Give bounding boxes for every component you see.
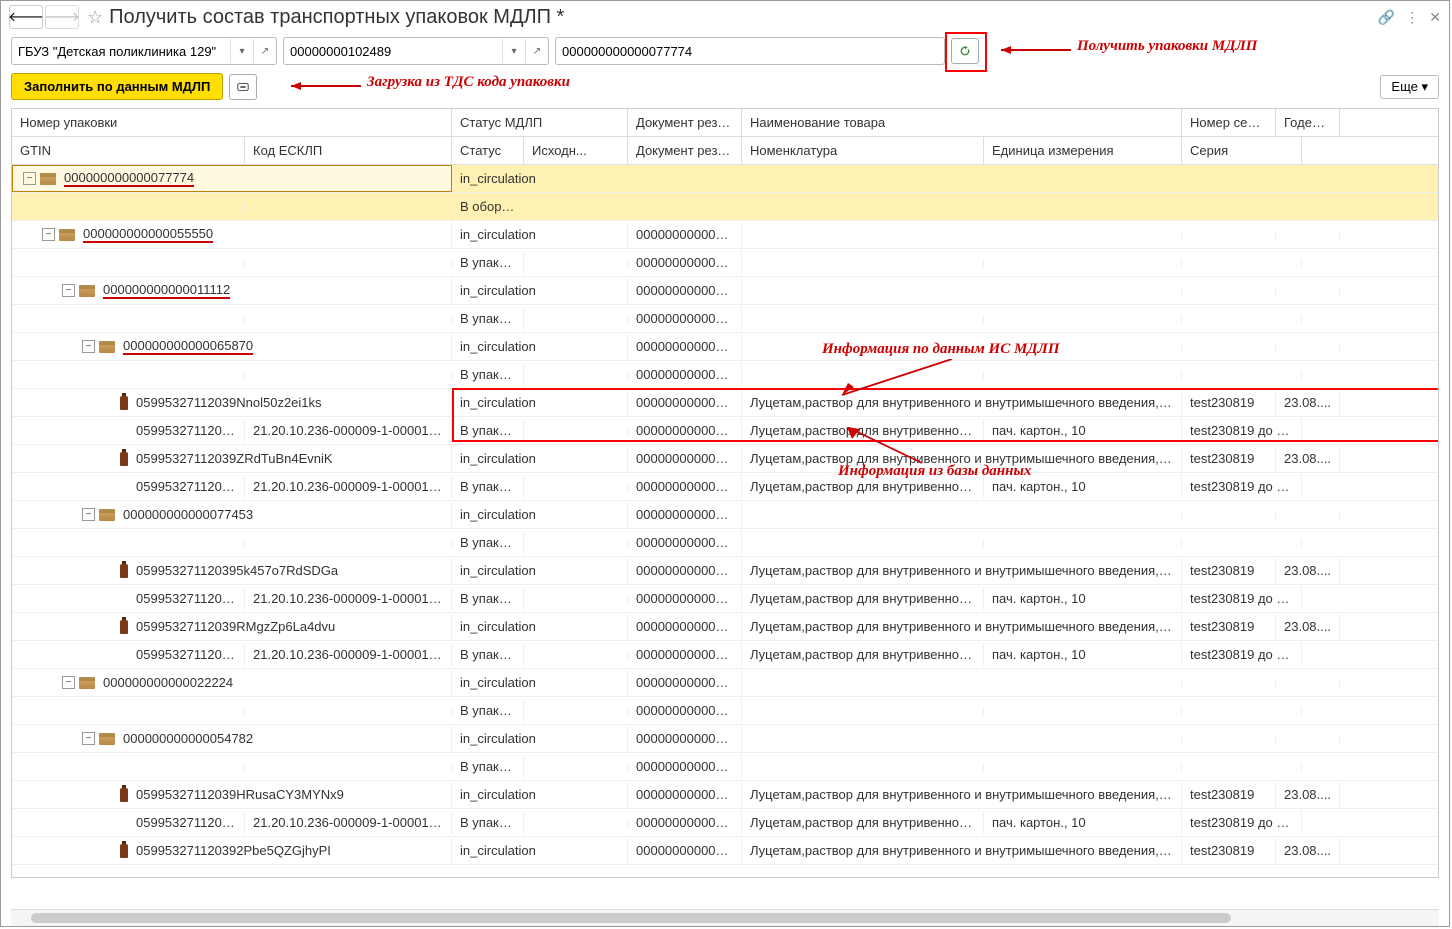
table-row[interactable]: 05995327112039HRusaCY3MYNx9in_circulatio…	[12, 781, 1438, 809]
table-row[interactable]: 059953271120395k457o7RdSDGain_circulatio…	[12, 557, 1438, 585]
col-doc-reserve[interactable]: Документ резерва ...	[628, 109, 742, 136]
table-row[interactable]: −000000000000022224in_circulation0000000…	[12, 669, 1438, 697]
table-row[interactable]: 0599532711203921.20.10.236-000009-1-0000…	[12, 473, 1438, 501]
col-gtin[interactable]: GTIN	[12, 137, 245, 164]
nav-forward-button[interactable]: 🡒	[45, 5, 79, 29]
table-row[interactable]: В упако...000000000000077774	[12, 249, 1438, 277]
bottle-icon	[120, 844, 128, 858]
col-package-number[interactable]: Номер упаковки	[12, 109, 452, 136]
col-nomenclature[interactable]: Номенклатура	[742, 137, 984, 164]
table-row[interactable]: В обороте	[12, 193, 1438, 221]
db-info-annotation: Информация из базы данных	[838, 463, 1031, 480]
box-icon	[79, 677, 95, 689]
box-icon	[40, 173, 56, 185]
table-row[interactable]: 0599532711203921.20.10.236-000009-1-0000…	[12, 585, 1438, 613]
bottle-icon	[120, 620, 128, 634]
table-row[interactable]: В упако...000000000000077774	[12, 361, 1438, 389]
table-row[interactable]: 05995327112039RMgzZp6La4dvuin_circulatio…	[12, 613, 1438, 641]
box-icon	[99, 733, 115, 745]
page-title: Получить состав транспортных упаковок МД…	[109, 6, 564, 29]
table-row[interactable]: −000000000000011112in_circulation0000000…	[12, 277, 1438, 305]
docnum-combo[interactable]: ▾ ↗	[283, 37, 549, 65]
table-row[interactable]: 059953271120392Pbe5QZGjhyPIin_circulatio…	[12, 837, 1438, 865]
box-icon	[79, 285, 95, 297]
table-row[interactable]: В упако...000000000000077774	[12, 753, 1438, 781]
mdlp-info-annotation: Информация по данным ИС МДЛП	[822, 341, 1060, 358]
table-row[interactable]: В упако...000000000000077774	[12, 697, 1438, 725]
horizontal-scrollbar[interactable]	[11, 909, 1439, 926]
dropdown-icon[interactable]: ▾	[502, 39, 525, 63]
table-row[interactable]: В упако...000000000000077774	[12, 305, 1438, 333]
header-row-2: GTIN Код ЕСКЛП Статус Исходн... Документ…	[12, 137, 1438, 165]
expand-icon[interactable]: −	[62, 676, 75, 689]
table-row[interactable]: 0599532711203921.20.10.236-000009-1-0000…	[12, 417, 1438, 445]
col-unit[interactable]: Единица измерения	[984, 137, 1182, 164]
col-status[interactable]: Статус	[452, 137, 524, 164]
table-row[interactable]: −000000000000077774in_circulation	[12, 165, 1438, 193]
expand-icon[interactable]: −	[42, 228, 55, 241]
dropdown-icon[interactable]: ▾	[230, 39, 253, 63]
link-icon[interactable]: 🔗	[1378, 9, 1395, 26]
col-series[interactable]: Серия	[1182, 137, 1302, 164]
box-icon	[59, 229, 75, 241]
org-input[interactable]	[12, 42, 230, 61]
bottle-icon	[120, 396, 128, 410]
col-status-mdlp[interactable]: Статус МДЛП	[452, 109, 628, 136]
more-button[interactable]: Еще ▾	[1380, 75, 1439, 99]
expand-icon[interactable]: −	[23, 172, 36, 185]
table-row[interactable]: 0599532711203921.20.10.236-000009-1-0000…	[12, 641, 1438, 669]
scanner-icon	[236, 79, 250, 95]
col-esklp[interactable]: Код ЕСКЛП	[245, 137, 452, 164]
packnum-combo[interactable]	[555, 37, 945, 65]
col-doc-reserve2[interactable]: Документ резерва	[628, 137, 742, 164]
packages-table[interactable]: Номер упаковки Статус МДЛП Документ резе…	[11, 108, 1439, 878]
nav-back-button[interactable]: 🡐	[9, 5, 43, 29]
refresh-button[interactable]	[951, 38, 979, 64]
scanner-button[interactable]	[229, 74, 257, 100]
box-icon	[99, 509, 115, 521]
table-row[interactable]: 05995327112039ZRdTuBn4EvniKin_circulatio…	[12, 445, 1438, 473]
expand-icon[interactable]: −	[62, 284, 75, 297]
scan-annotation: Загрузка из ТДС кода упаковки	[367, 74, 570, 91]
expand-icon[interactable]: −	[82, 732, 95, 745]
box-icon	[99, 341, 115, 353]
bottle-icon	[120, 564, 128, 578]
expand-icon[interactable]: −	[82, 340, 95, 353]
open-icon[interactable]: ↗	[253, 39, 276, 63]
table-row[interactable]: −000000000000055550in_circulation0000000…	[12, 221, 1438, 249]
refresh-icon	[958, 43, 972, 59]
fill-button[interactable]: Заполнить по данным МДЛП	[11, 73, 223, 100]
table-row[interactable]: −000000000000054782in_circulation0000000…	[12, 725, 1438, 753]
refresh-annotation: Получить упаковки МДЛП	[1077, 38, 1257, 55]
table-row[interactable]: В упако...000000000000077774	[12, 529, 1438, 557]
packnum-input[interactable]	[556, 42, 944, 61]
expand-icon[interactable]: −	[82, 508, 95, 521]
col-expiry[interactable]: Годен ...	[1276, 109, 1340, 136]
bottle-icon	[120, 452, 128, 466]
favorite-icon[interactable]: ☆	[87, 7, 103, 28]
menu-icon[interactable]: ⋮	[1405, 9, 1419, 26]
org-combo[interactable]: ▾ ↗	[11, 37, 277, 65]
close-icon[interactable]: ✕	[1429, 9, 1441, 26]
table-row[interactable]: −000000000000065870in_circulation0000000…	[12, 333, 1438, 361]
open-icon[interactable]: ↗	[525, 39, 548, 63]
col-product-name[interactable]: Наименование товара	[742, 109, 1182, 136]
table-row[interactable]: 0599532711203921.20.10.236-000009-1-0000…	[12, 809, 1438, 837]
docnum-input[interactable]	[284, 42, 502, 61]
header-row-1: Номер упаковки Статус МДЛП Документ резе…	[12, 109, 1438, 137]
table-row[interactable]: 05995327112039Nnol50z2ei1ksin_circulatio…	[12, 389, 1438, 417]
col-series-number[interactable]: Номер серии	[1182, 109, 1276, 136]
col-source[interactable]: Исходн...	[524, 137, 628, 164]
table-row[interactable]: −000000000000077453in_circulation0000000…	[12, 501, 1438, 529]
bottle-icon	[120, 788, 128, 802]
